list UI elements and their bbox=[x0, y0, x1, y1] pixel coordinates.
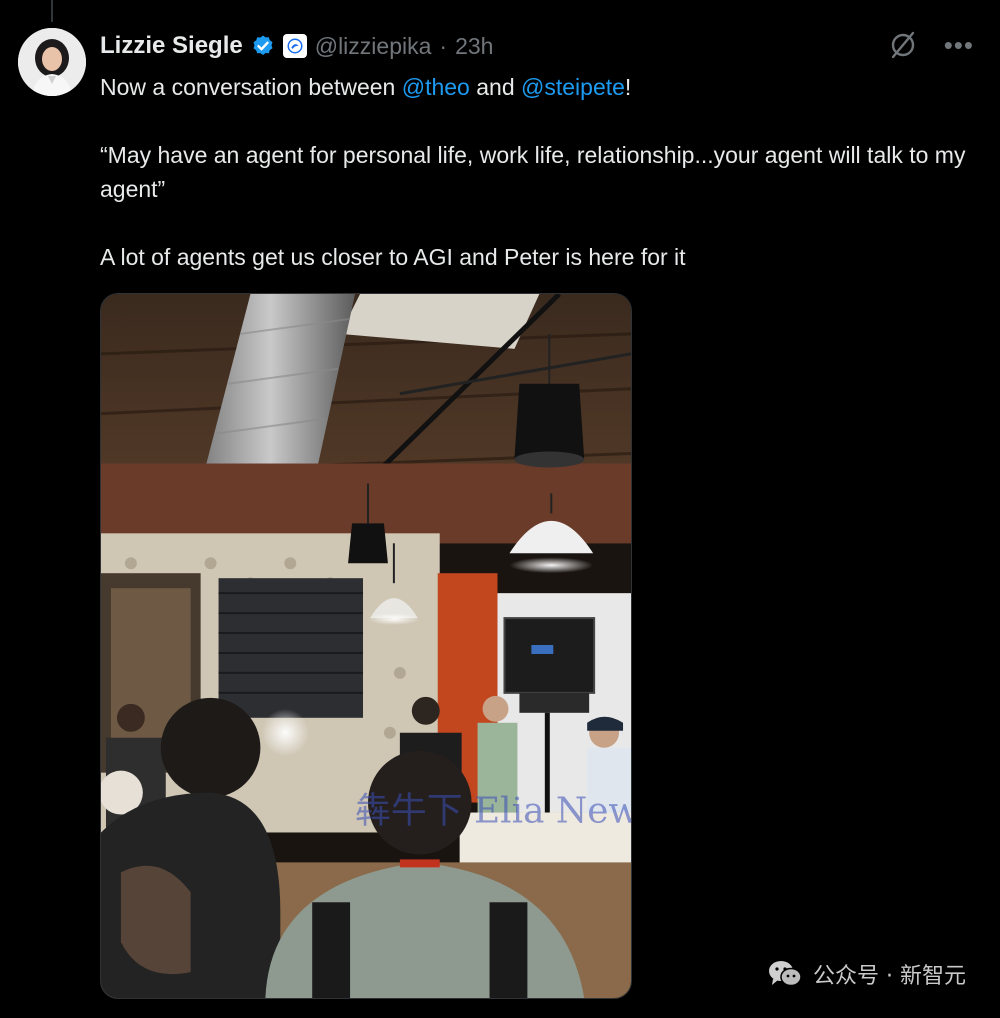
tweet-actions: ••• bbox=[888, 30, 974, 60]
tweet-closing: A lot of agents get us closer to AGI and… bbox=[100, 244, 686, 270]
wechat-icon bbox=[769, 961, 802, 987]
wechat-watermark: 公众号 · 新智元 bbox=[767, 958, 966, 990]
mention-steipete[interactable]: @steipete bbox=[521, 74, 625, 100]
verified-badge-icon bbox=[251, 34, 275, 58]
meta-separator: · bbox=[439, 32, 448, 59]
watermark-label: 公众号 · 新智元 bbox=[813, 964, 966, 989]
mention-theo[interactable]: @theo bbox=[402, 74, 470, 100]
affiliate-badge-icon[interactable] bbox=[282, 34, 307, 58]
tweet-line-1: Now a conversation between @theo and @st… bbox=[100, 70, 980, 104]
avatar-image bbox=[18, 28, 86, 96]
author-display-name[interactable]: Lizzie Siegle bbox=[100, 32, 243, 60]
tweet-body: Now a conversation between @theo and @st… bbox=[100, 70, 980, 308]
event-photo: 犇牛下 Elia News bbox=[101, 294, 631, 998]
author-handle[interactable]: @lizziepika bbox=[315, 33, 432, 60]
line1-prefix: Now a conversation between bbox=[100, 74, 402, 100]
line1-middle: and bbox=[469, 74, 522, 100]
line1-suffix: ! bbox=[624, 74, 632, 100]
thread-connector-line bbox=[51, 0, 53, 22]
avatar[interactable] bbox=[18, 28, 86, 96]
tweet-header: Lizzie Siegle @lizziepika · 23h bbox=[100, 30, 493, 62]
tweet-timestamp[interactable]: 23h bbox=[455, 33, 493, 60]
tweet-quote: “May have an agent for personal life, wo… bbox=[100, 142, 966, 202]
grok-icon[interactable] bbox=[888, 30, 918, 60]
photo-overlay-text: 犇牛下 Elia News bbox=[355, 790, 631, 831]
tweet-photo[interactable]: 犇牛下 Elia News bbox=[100, 293, 632, 999]
more-icon[interactable]: ••• bbox=[944, 32, 974, 58]
